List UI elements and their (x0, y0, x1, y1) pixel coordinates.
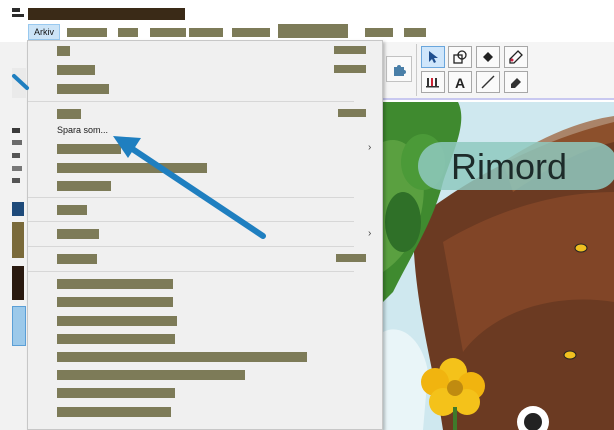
chevron-right-icon: › (368, 228, 372, 239)
menu-option-redacted[interactable] (57, 370, 245, 380)
menu-option-redacted[interactable] (57, 144, 121, 154)
side-panel-item (12, 166, 22, 171)
fill-icon[interactable] (476, 46, 500, 68)
side-panel-item (12, 153, 20, 158)
menu-separator (28, 101, 354, 102)
app-window: Arkiv A Rimord Spara som... › › (0, 0, 614, 430)
puzzle-icon[interactable] (386, 56, 412, 82)
menu-item-redacted[interactable] (365, 28, 393, 37)
menu-option-redacted[interactable] (57, 46, 70, 56)
menu-option-redacted[interactable] (57, 205, 87, 215)
menu-option-redacted[interactable] (57, 84, 109, 94)
side-panel-thumb[interactable] (12, 222, 24, 258)
menu-item-redacted[interactable] (118, 28, 138, 37)
menu-item-redacted[interactable] (67, 28, 107, 37)
menu-option-redacted[interactable] (57, 109, 81, 119)
side-panel-thumb[interactable] (12, 266, 24, 300)
eraser-icon[interactable] (504, 71, 528, 93)
menu-shortcut-redacted (338, 109, 366, 117)
menu-option-redacted[interactable] (57, 65, 95, 75)
drawing-canvas[interactable]: Rimord (383, 102, 614, 430)
menu-option-redacted[interactable] (57, 279, 173, 289)
menu-option-redacted[interactable] (57, 254, 97, 264)
app-icon-part (12, 14, 24, 17)
menu-separator (28, 197, 354, 198)
menu-item-arkiv[interactable]: Arkiv (28, 24, 60, 40)
shape-icon[interactable] (448, 46, 472, 68)
menu-option-redacted[interactable] (57, 352, 307, 362)
menu-option-redacted[interactable] (57, 407, 171, 417)
menu-shortcut-redacted (334, 65, 366, 73)
people-icon[interactable] (421, 71, 445, 93)
side-panel-item (12, 178, 20, 183)
eraser-dropper-icon[interactable] (504, 46, 528, 68)
svg-text:A: A (455, 75, 465, 90)
menu-option-redacted[interactable] (57, 316, 177, 326)
side-panel-item (12, 128, 20, 133)
menu-item-redacted[interactable] (278, 24, 348, 38)
menu-option-redacted[interactable] (57, 163, 207, 173)
menu-item-redacted[interactable] (150, 28, 186, 37)
menu-option-redacted[interactable] (57, 297, 173, 307)
app-icon (12, 8, 20, 12)
menu-separator (28, 246, 354, 247)
menu-option-redacted[interactable] (57, 229, 99, 239)
toolbar-separator (416, 44, 417, 96)
pointer-icon[interactable] (421, 46, 445, 68)
menu-shortcut-redacted (336, 254, 366, 262)
menu-option-redacted[interactable] (57, 388, 175, 398)
line-icon[interactable] (476, 71, 500, 93)
window-title-redacted (28, 8, 185, 20)
menu-separator (28, 221, 354, 222)
side-panel-thumb-selected[interactable] (12, 306, 26, 346)
menu-item-redacted[interactable] (404, 28, 426, 37)
menu-option-redacted[interactable] (57, 181, 111, 191)
side-panel-item (12, 68, 26, 98)
rimord-title: Rimord (451, 146, 568, 187)
menu-separator (28, 271, 354, 272)
menu-item-redacted[interactable] (189, 28, 223, 37)
menu-option-redacted[interactable] (57, 334, 175, 344)
menu-item-redacted[interactable] (232, 28, 270, 37)
chevron-right-icon: › (368, 142, 372, 153)
text-icon[interactable]: A (448, 71, 472, 93)
side-panel-thumb[interactable] (12, 202, 24, 216)
side-panel-item (12, 140, 22, 145)
menu-shortcut-redacted (334, 46, 366, 54)
menu-option-spara-som[interactable]: Spara som... (57, 125, 108, 135)
